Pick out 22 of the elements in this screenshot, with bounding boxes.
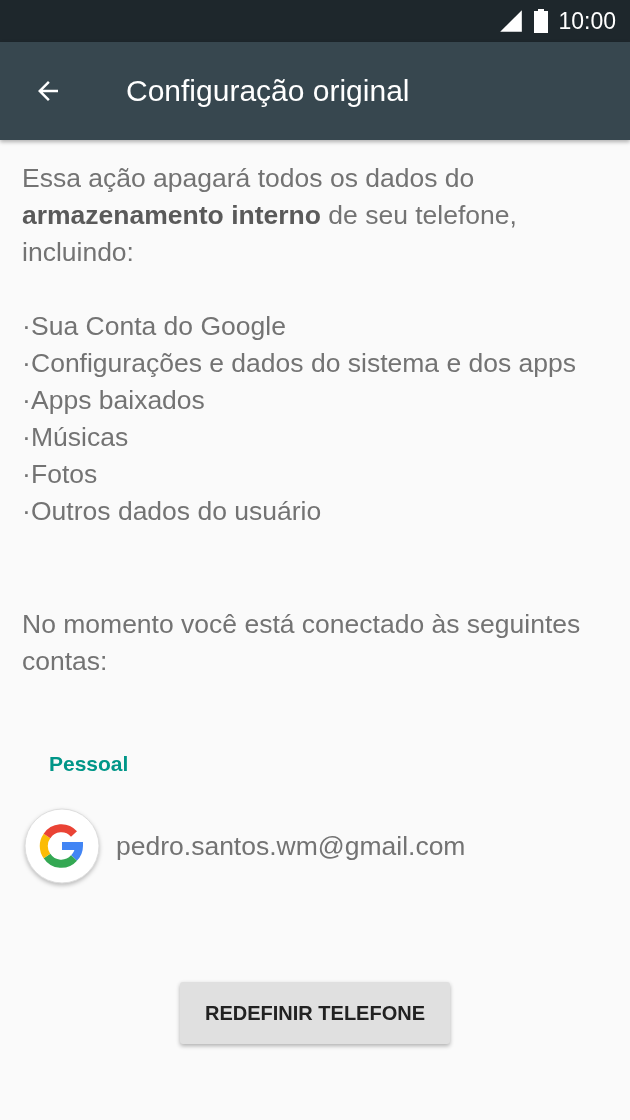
data-item: Sua Conta do Google [31,310,286,343]
reset-phone-button[interactable]: REDEFINIR TELEFONE [180,982,450,1044]
battery-icon [534,9,549,33]
bullet: · [22,347,31,380]
data-item: Músicas [31,421,129,454]
google-account-icon [22,806,102,886]
bullet: · [22,458,31,491]
warning-text: Essa ação apagará todos os dados do armazenamento interno de seu telefone, incluindo: [22,162,518,269]
data-item: Outros dados do usuário [31,495,322,528]
data-item: Fotos [31,458,98,491]
signal-icon [498,8,525,34]
clock: 10:00 [558,7,616,35]
bullet: · [22,310,31,343]
bullet: · [22,384,31,417]
bullet: · [22,495,31,528]
account-group-label: Pessoal [49,752,130,776]
accounts-text: No momento você está conectado às seguintes contas: [22,608,582,678]
account-email: pedro.santos.wm@gmail.com [116,830,466,862]
screen-title: Configuração original [126,74,410,108]
data-item: Configurações e dados do sistema e dos apps [31,347,577,380]
bullet: · [22,421,31,454]
data-item: Apps baixados [31,384,205,417]
